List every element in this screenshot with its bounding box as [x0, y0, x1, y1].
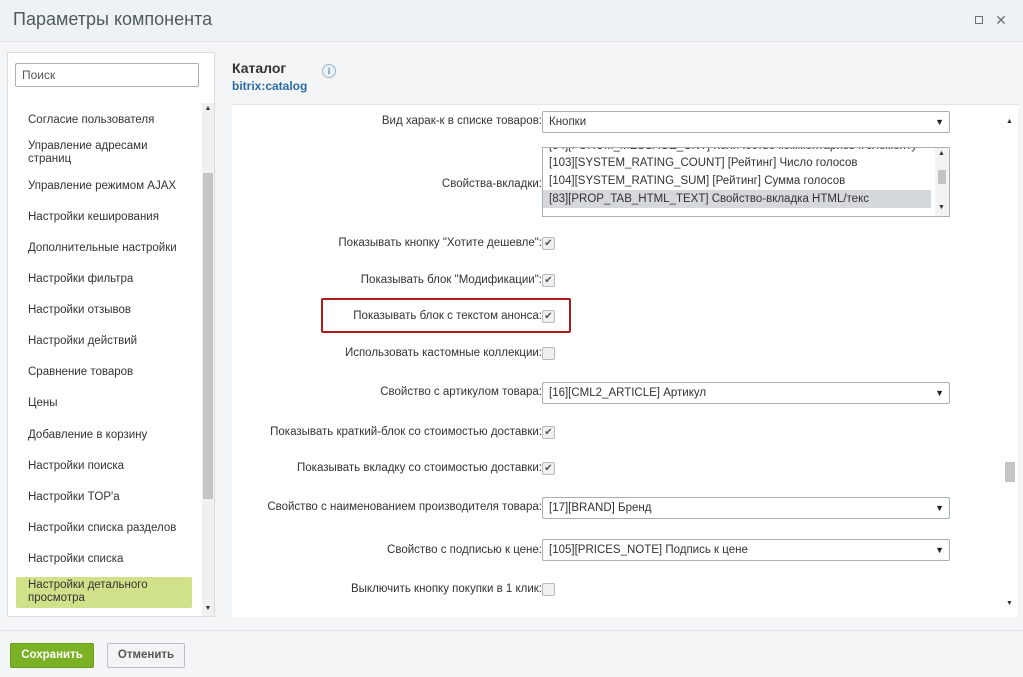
sidebar-item-reviews[interactable]: Настройки отзывов	[16, 302, 192, 319]
component-code: bitrix:catalog	[232, 79, 308, 93]
chevron-down-icon: ▼	[935, 503, 944, 513]
listbox-scrollbar[interactable]: ▲ ▼	[935, 148, 949, 216]
sidebar-scroll-thumb[interactable]	[203, 173, 213, 499]
oneclick-label: Выключить кнопку покупки в 1 клик:	[351, 583, 542, 595]
scroll-up-icon[interactable]: ▲	[938, 150, 945, 157]
article-label: Свойство с артикулом товара:	[380, 386, 542, 398]
mods-checkbox[interactable]: ✔	[542, 274, 555, 287]
sidebar-item-detail-view[interactable]: Настройки детального просмотра	[16, 577, 192, 608]
prop-display-select[interactable]: Кнопки ▼	[542, 111, 950, 133]
scroll-up-icon[interactable]: ▲	[1006, 118, 1013, 125]
search-input[interactable]	[15, 63, 199, 87]
settings-panel: Вид харак-к в списке товаров: Кнопки ▼ С…	[232, 104, 1018, 617]
delivery-tab-label: Показывать вкладку со стоимостью доставк…	[297, 462, 542, 474]
oneclick-checkbox[interactable]	[542, 583, 555, 596]
delivery-short-label: Показывать краткий-блок со стоимостью до…	[270, 426, 542, 438]
scroll-down-icon[interactable]: ▼	[204, 605, 212, 612]
prop-display-value: Кнопки	[549, 116, 587, 128]
custom-coll-label: Использовать кастомные коллекции:	[344, 347, 542, 359]
highlight-frame	[321, 298, 571, 333]
delivery-tab-checkbox[interactable]: ✔	[542, 462, 555, 475]
price-note-label: Свойство с подписью к цене:	[387, 544, 542, 556]
sidebar-nav-list: Согласие пользователя Управление адресам…	[8, 103, 201, 616]
close-icon[interactable]: ✕	[994, 12, 1008, 28]
sidebar-item-user-consent[interactable]: Согласие пользователя	[16, 112, 192, 129]
mods-label: Показывать блок "Модификации":	[360, 274, 542, 286]
brand-select[interactable]: [17][BRAND] Бренд ▼	[542, 497, 950, 519]
sidebar-item-caching[interactable]: Настройки кеширования	[16, 209, 192, 226]
main-scrollbar[interactable]: ▲ ▼	[1003, 114, 1017, 614]
sidebar-item-filter[interactable]: Настройки фильтра	[16, 271, 192, 288]
tabs-label: Свойства-вкладки:	[441, 178, 542, 190]
list-item[interactable]: [104][SYSTEM_RATING_SUM] [Рейтинг] Сумма…	[543, 172, 931, 190]
sidebar-item-additional[interactable]: Дополнительные настройки	[16, 240, 192, 257]
chevron-down-icon: ▼	[935, 117, 944, 127]
dialog-title: Параметры компонента	[13, 9, 213, 29]
list-item[interactable]: [103][SYSTEM_RATING_COUNT] [Рейтинг] Чис…	[543, 154, 931, 172]
tabs-listbox[interactable]: [54][FORUM_MESSAGE_CNT] Количество комме…	[542, 147, 950, 217]
chevron-down-icon: ▼	[935, 388, 944, 398]
article-select[interactable]: [16][CML2_ARTICLE] Артикул ▼	[542, 382, 950, 404]
sidebar-scrollbar[interactable]: ▲ ▼	[202, 103, 214, 616]
chevron-down-icon: ▼	[935, 545, 944, 555]
cheaper-label: Показывать кнопку "Хотите дешевле":	[338, 237, 542, 249]
price-note-value: [105][PRICES_NOTE] Подпись к цене	[549, 544, 748, 556]
price-note-select[interactable]: [105][PRICES_NOTE] Подпись к цене ▼	[542, 539, 950, 561]
maximize-icon[interactable]	[972, 12, 986, 28]
save-button[interactable]: Сохранить	[10, 643, 94, 668]
sidebar-item-url-management[interactable]: Управление адресами страниц	[16, 138, 192, 168]
dialog-titlebar: Параметры компонента ✕	[0, 0, 1023, 42]
prop-display-label: Вид харак-к в списке товаров:	[381, 115, 542, 127]
delivery-short-checkbox[interactable]: ✔	[542, 426, 555, 439]
sidebar-item-actions[interactable]: Настройки действий	[16, 333, 192, 350]
sidebar-item-section-list[interactable]: Настройки списка разделов	[16, 520, 192, 537]
main-scroll-thumb[interactable]	[1005, 462, 1015, 482]
component-header: Каталог bitrix:catalog i	[232, 60, 336, 93]
scroll-down-icon[interactable]: ▼	[1006, 600, 1013, 607]
component-title: Каталог	[232, 60, 287, 76]
search-wrapper	[15, 63, 199, 87]
cancel-button[interactable]: Отменить	[107, 643, 185, 668]
listbox-scroll-thumb[interactable]	[938, 170, 946, 184]
brand-value: [17][BRAND] Бренд	[549, 502, 652, 514]
sidebar-item-top[interactable]: Настройки TOP'а	[16, 489, 192, 506]
cheaper-checkbox[interactable]: ✔	[542, 237, 555, 250]
info-icon[interactable]: i	[322, 64, 336, 78]
sidebar-item-compare[interactable]: Сравнение товаров	[16, 364, 192, 381]
custom-coll-checkbox[interactable]	[542, 347, 555, 360]
article-value: [16][CML2_ARTICLE] Артикул	[549, 387, 707, 399]
scroll-down-icon[interactable]: ▼	[938, 204, 945, 211]
sidebar-item-list[interactable]: Настройки списка	[16, 551, 192, 568]
settings-sidebar: Согласие пользователя Управление адресам…	[7, 52, 215, 617]
sidebar-item-ajax-mode[interactable]: Управление режимом AJAX	[16, 178, 192, 195]
dialog-footer: Сохранить Отменить	[0, 630, 1023, 677]
brand-label: Свойство с наименованием производителя т…	[267, 501, 542, 513]
list-item-selected[interactable]: [83][PROP_TAB_HTML_TEXT] Свойство-вкладк…	[543, 190, 931, 208]
sidebar-item-prices[interactable]: Цены	[16, 395, 192, 412]
sidebar-item-add-to-cart[interactable]: Добавление в корзину	[16, 427, 192, 444]
scroll-up-icon[interactable]: ▲	[204, 105, 212, 112]
sidebar-item-search[interactable]: Настройки поиска	[16, 458, 192, 475]
